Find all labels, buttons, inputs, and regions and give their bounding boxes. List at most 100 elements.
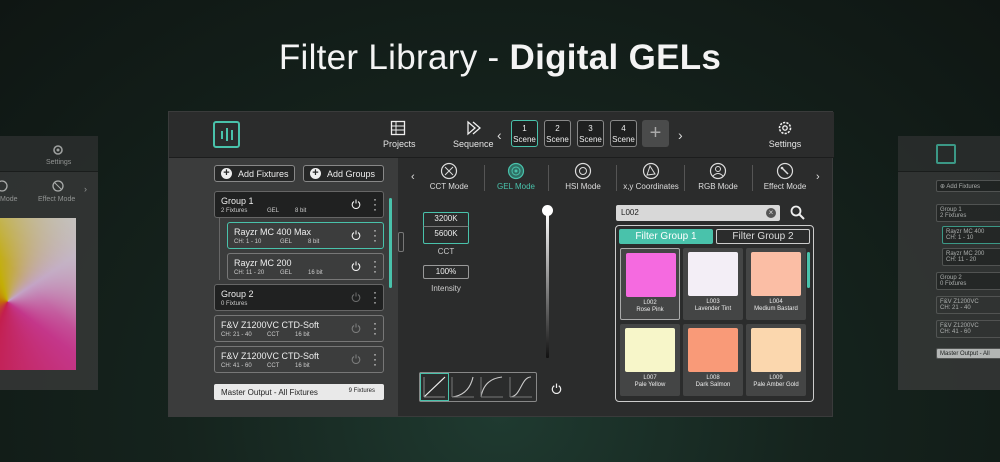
gear-icon bbox=[778, 121, 792, 135]
plus-icon: + bbox=[221, 168, 232, 179]
tab-gel-mode[interactable]: GEL Mode bbox=[481, 162, 551, 191]
dimming-curve-selector bbox=[419, 372, 537, 402]
fixture-row[interactable]: F&V Z1200VC CTD-Soft CH: 41 - 60 CCT 16 … bbox=[214, 346, 384, 373]
fixture-name: Rayzr MC 400 Max bbox=[234, 227, 312, 237]
scene-next-chevron-icon[interactable]: › bbox=[678, 127, 683, 143]
scene-button-3[interactable]: 3 Scene bbox=[577, 120, 604, 147]
projects-button[interactable]: Projects bbox=[383, 120, 416, 149]
curve-exponential-button[interactable] bbox=[449, 373, 478, 401]
master-output-button[interactable]: Master Output - All Fixtures 9 Fixtures bbox=[214, 384, 384, 400]
fixture-info: CH: 11 - 20 bbox=[234, 270, 265, 276]
curve-linear-button[interactable] bbox=[420, 373, 449, 401]
effect-mode-icon bbox=[52, 180, 64, 192]
add-fixtures-button[interactable]: + Add Fixtures bbox=[214, 165, 295, 182]
tab-filter-group-1[interactable]: Filter Group 1 bbox=[619, 229, 713, 244]
power-icon[interactable] bbox=[351, 199, 361, 209]
ghost-settings-label: Settings bbox=[46, 159, 72, 166]
library-scrollbar[interactable] bbox=[807, 252, 810, 288]
cct-5600-button[interactable]: 5600K bbox=[423, 228, 469, 242]
scene-button-2[interactable]: 2 Scene bbox=[544, 120, 571, 147]
gear-icon bbox=[53, 145, 63, 155]
ghost-fixture: Group 12 Fixtures bbox=[936, 204, 1000, 222]
power-icon[interactable] bbox=[351, 292, 361, 302]
intensity-value[interactable]: 100% bbox=[423, 265, 469, 279]
gel-card-l004[interactable]: L004 Medium Bastard bbox=[746, 248, 806, 320]
xy-icon bbox=[642, 162, 660, 180]
clear-search-icon[interactable]: × bbox=[766, 208, 776, 218]
ghost-topbar: Settings bbox=[0, 136, 98, 172]
ghost-fixture: F&V Z1200VC CH: 41 - 60 bbox=[936, 320, 1000, 338]
gel-code: L008 bbox=[706, 375, 720, 381]
power-icon[interactable] bbox=[351, 323, 361, 333]
right-preview-panel: ⊕ Add Fixtures Group 12 Fixtures Rayzr M… bbox=[898, 136, 1000, 390]
tab-hsi-mode[interactable]: HSI Mode bbox=[548, 162, 618, 191]
fixture-row[interactable]: Rayzr MC 400 Max CH: 1 - 10 GEL 8 bit · ·… bbox=[227, 222, 384, 249]
more-icon[interactable]: · · · bbox=[373, 193, 377, 215]
tab-effect-mode[interactable]: Effect Mode bbox=[750, 162, 820, 191]
intensity-slider[interactable] bbox=[546, 212, 549, 358]
gel-search-input[interactable]: L002 × bbox=[616, 205, 780, 221]
gel-icon bbox=[507, 162, 525, 180]
tab-xy-coordinates[interactable]: x,y Coordinates bbox=[616, 162, 686, 191]
scene-button-1[interactable]: 1 Scene bbox=[511, 120, 538, 147]
more-icon[interactable]: · · · bbox=[373, 224, 377, 246]
projects-label: Projects bbox=[383, 139, 416, 149]
gel-card-l008[interactable]: L008 Dark Salmon bbox=[683, 324, 743, 396]
app-window: Projects Sequence ‹ 1 Scene 2 Scene 3 Scene… bbox=[168, 111, 834, 417]
intensity-label: Intensity bbox=[431, 284, 461, 293]
gel-card-l007[interactable]: L007 Pale Yellow bbox=[620, 324, 680, 396]
more-icon[interactable]: · · · bbox=[373, 317, 377, 339]
fixture-row[interactable]: Group 2 0 Fixtures · · · bbox=[214, 284, 384, 311]
rgb-icon bbox=[709, 162, 727, 180]
gel-card-l003[interactable]: L003 Lavender Tint bbox=[683, 248, 743, 320]
fixture-info: CH: 1 - 10 bbox=[234, 239, 262, 245]
gel-name: Pale Yellow bbox=[634, 382, 666, 388]
tab-filter-group-2[interactable]: Filter Group 2 bbox=[716, 229, 810, 244]
panel-divider-handle[interactable] bbox=[398, 232, 404, 252]
ghost-logo-icon bbox=[936, 144, 956, 164]
power-icon[interactable] bbox=[351, 354, 361, 364]
cct-3200-button[interactable]: 3200K bbox=[423, 213, 469, 227]
fixture-row[interactable]: Group 1 2 Fixtures GEL 8 bit · · · bbox=[214, 191, 384, 218]
s-curve-icon bbox=[509, 376, 532, 398]
gel-code: L007 bbox=[643, 375, 657, 381]
mode-next-chevron-icon[interactable]: › bbox=[816, 171, 820, 183]
more-icon[interactable]: · · · bbox=[373, 348, 377, 370]
gel-card-l002[interactable]: L002 Rose Pink bbox=[620, 248, 680, 320]
scene-prev-chevron-icon[interactable]: ‹ bbox=[497, 127, 502, 143]
fixture-row[interactable]: F&V Z1200VC CTD-Soft CH: 21 - 40 CCT 16 … bbox=[214, 315, 384, 342]
search-icon[interactable] bbox=[790, 205, 805, 220]
power-icon[interactable] bbox=[551, 383, 562, 394]
fixture-row[interactable]: Rayzr MC 200 CH: 11 - 20 GEL 16 bit · · · bbox=[227, 253, 384, 280]
add-scene-button[interactable]: + bbox=[642, 120, 669, 147]
sequence-button[interactable]: Sequence bbox=[453, 120, 494, 149]
intensity-slider-handle[interactable] bbox=[542, 205, 553, 216]
settings-button[interactable]: Settings bbox=[767, 120, 803, 149]
tab-label: x,y Coordinates bbox=[623, 182, 679, 191]
scene-button-4[interactable]: 4 Scene bbox=[610, 120, 637, 147]
power-icon[interactable] bbox=[351, 230, 361, 240]
fixture-info: 0 Fixtures bbox=[221, 301, 248, 307]
curve-s-button[interactable] bbox=[507, 373, 536, 401]
tab-label: RGB Mode bbox=[698, 182, 738, 191]
power-icon[interactable] bbox=[351, 261, 361, 271]
curve-logarithmic-button[interactable] bbox=[478, 373, 507, 401]
rgb-mode-icon bbox=[0, 180, 8, 192]
cct-icon bbox=[440, 162, 458, 180]
tab-label: Effect Mode bbox=[763, 182, 807, 191]
add-groups-button[interactable]: + Add Groups bbox=[303, 165, 384, 182]
more-icon[interactable]: · · · bbox=[373, 255, 377, 277]
hsi-icon bbox=[574, 162, 592, 180]
more-icon[interactable]: · · · bbox=[373, 286, 377, 308]
fixture-mode: GEL bbox=[267, 208, 280, 214]
fixture-name: Rayzr MC 200 bbox=[234, 258, 292, 268]
add-fixtures-label: Add Fixtures bbox=[238, 168, 289, 179]
tab-rgb-mode[interactable]: RGB Mode bbox=[683, 162, 753, 191]
fixture-bits: 16 bit bbox=[295, 363, 310, 369]
gel-card-l009[interactable]: L009 Pale Amber Gold bbox=[746, 324, 806, 396]
ghost-fixture: Rayzr MC 200 CH: 11 - 20 bbox=[942, 248, 1000, 266]
gel-code: L009 bbox=[769, 375, 783, 381]
sidebar-scrollbar[interactable] bbox=[389, 198, 392, 288]
app-logo-icon[interactable] bbox=[213, 121, 240, 148]
tab-cct-mode[interactable]: CCT Mode bbox=[414, 162, 484, 191]
